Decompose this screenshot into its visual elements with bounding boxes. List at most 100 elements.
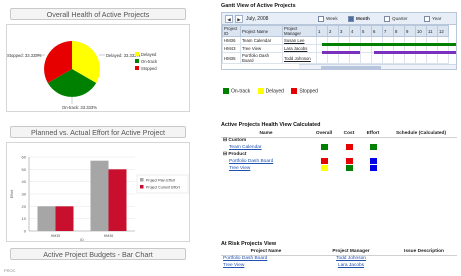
- col-risk-issue[interactable]: Issue Description: [391, 248, 457, 256]
- legend-item-ontrack: On-track: [223, 88, 250, 94]
- next-month-button[interactable]: ▶: [235, 15, 243, 23]
- health-view-title: Active Projects Health View Calculated: [221, 122, 321, 128]
- view-month-label: Month: [356, 16, 370, 21]
- group-row[interactable]: ⊟ Custom: [221, 137, 457, 144]
- health-view-table: Name Overall Cost Effort Schedule (Calcu…: [221, 130, 457, 172]
- group-label: Product: [228, 152, 247, 157]
- gantt-widget: ◀ ▶ July, 2008 Week Month Quarter Year P…: [221, 12, 457, 70]
- col-name[interactable]: Name: [221, 130, 311, 138]
- col-day: 2: [327, 25, 339, 37]
- pie-legend-ontrack: On-track: [141, 59, 158, 64]
- gantt-row-manager[interactable]: Susan Lee: [282, 36, 317, 45]
- risk-row-issue: [391, 255, 457, 262]
- col-risk-project-manager[interactable]: Project Manager: [311, 248, 391, 256]
- health-chart-title: Overall Health of Active Projects: [10, 8, 186, 20]
- legend-swatch: [140, 178, 144, 182]
- gantt-row-id: HM35: [222, 52, 241, 64]
- gantt-scrollbar[interactable]: [299, 64, 456, 69]
- col-risk-project-name[interactable]: Project Name: [221, 248, 311, 256]
- status-square: [320, 165, 328, 172]
- pie-legend: Delayed On-track Stopped: [135, 52, 158, 71]
- effort-bar: [55, 206, 74, 231]
- footer-label: PROC: [4, 268, 16, 273]
- effort-bar: [90, 160, 109, 231]
- risk-row-manager[interactable]: Lara Jacobs: [311, 262, 391, 269]
- view-quarter-option[interactable]: Quarter: [384, 15, 408, 23]
- legend-item-delayed: Delayed: [257, 88, 284, 95]
- col-project-manager[interactable]: Project Manager: [282, 25, 317, 37]
- view-week-label: Week: [326, 16, 338, 21]
- group-product[interactable]: ⊟ Product: [221, 151, 311, 158]
- gantt-row-manager[interactable]: Todd Johnson: [282, 52, 317, 64]
- status-square: [320, 144, 328, 151]
- gantt-row-id: HM43: [222, 44, 241, 53]
- col-day: 1: [316, 25, 328, 37]
- pie-legend-stopped: Stopped: [141, 66, 157, 71]
- gantt-bar-progress[interactable]: [322, 51, 360, 54]
- status-legend: On-track Delayed Stopped: [223, 88, 324, 95]
- health-row-name[interactable]: Tree View: [221, 165, 311, 172]
- y-tick-label: 10: [22, 216, 27, 221]
- effort-legend-label: Project Current Effort: [146, 185, 180, 189]
- col-schedule[interactable]: Schedule (Calculated): [385, 130, 457, 138]
- pie-chart: Stopped: 33.333% Delayed: 33.333% On-tra…: [7, 41, 158, 110]
- health-row-name[interactable]: Portfolio Dash Board: [221, 158, 311, 165]
- gantt-bar-ontrack[interactable]: [322, 43, 456, 46]
- col-day: 8: [393, 25, 405, 37]
- x-axis-label: ID: [80, 238, 84, 242]
- effort-bar-chart: 60 50 40 30 20 10 0 HM35 HM36 Effort ID Project Pla…: [10, 155, 189, 242]
- view-year-option[interactable]: Year: [424, 15, 441, 23]
- view-week-option[interactable]: Week: [318, 15, 338, 23]
- gantt-bar-progress[interactable]: [374, 51, 456, 54]
- gantt-row[interactable]: HM35 Portfolio Dash Board Todd Johnson: [222, 52, 449, 64]
- health-row[interactable]: Team Calendar: [221, 144, 457, 151]
- y-axis-label: Effort: [10, 190, 14, 199]
- legend-delayed-label: Delayed: [265, 88, 284, 95]
- risk-row-manager[interactable]: Todd Johnson: [311, 255, 391, 262]
- radio-quarter-icon: [384, 15, 390, 22]
- budget-chart-title: Active Project Budgets - Bar Chart: [10, 248, 186, 260]
- col-project-id[interactable]: Project ID: [222, 25, 241, 37]
- status-square: [320, 158, 328, 165]
- health-row-name[interactable]: Team Calendar: [221, 144, 311, 151]
- ontrack-swatch-icon: [223, 88, 229, 94]
- effort-bar-panel: 60 50 40 30 20 10 0 HM35 HM36 Effort ID Project Pla…: [6, 142, 190, 242]
- risk-row[interactable]: Tree View Lara Jacobs: [221, 262, 457, 269]
- gantt-row-manager[interactable]: Lara Jacobs: [282, 44, 317, 53]
- risk-header-row: Project Name Project Manager Issue Descr…: [221, 248, 457, 256]
- col-day: 5: [360, 25, 372, 37]
- pie-legend-delayed: Delayed: [141, 52, 157, 57]
- radio-month-icon: [348, 15, 354, 22]
- status-square: [345, 158, 353, 165]
- gantt-toolbar: ◀ ▶ July, 2008 Week Month Quarter Year: [222, 13, 456, 25]
- risk-view-table: Project Name Project Manager Issue Descr…: [221, 248, 457, 269]
- health-row[interactable]: Tree View: [221, 165, 457, 172]
- gantt-row-name: Tree View: [240, 44, 283, 53]
- gantt-row-name: Portfolio Dash Board: [240, 52, 283, 64]
- view-quarter-label: Quarter: [392, 16, 408, 21]
- gantt-row-name: Team Calendar: [240, 36, 283, 45]
- y-tick-label: 30: [22, 192, 27, 197]
- group-row[interactable]: ⊟ Product: [221, 151, 457, 158]
- health-row[interactable]: Portfolio Dash Board: [221, 158, 457, 165]
- col-project-name[interactable]: Project Name: [240, 25, 283, 37]
- radio-week-icon: [318, 15, 324, 22]
- col-effort[interactable]: Effort: [361, 130, 385, 138]
- col-overall[interactable]: Overall: [311, 130, 337, 138]
- delayed-swatch-icon: [257, 88, 264, 94]
- risk-view-title: At Risk Projects View: [221, 241, 277, 247]
- risk-row-name[interactable]: Portfolio Dash Board: [221, 255, 311, 262]
- risk-row[interactable]: Portfolio Dash Board Todd Johnson: [221, 255, 457, 262]
- y-tick-label: 0: [24, 229, 27, 234]
- view-month-option[interactable]: Month: [348, 15, 370, 23]
- scrollbar-thumb[interactable]: [321, 66, 381, 69]
- status-square: [369, 158, 377, 165]
- col-day: 9: [404, 25, 416, 37]
- risk-row-name[interactable]: Tree View: [221, 262, 311, 269]
- status-square: [369, 144, 377, 151]
- col-cost[interactable]: Cost: [337, 130, 361, 138]
- group-custom[interactable]: ⊟ Custom: [221, 137, 311, 144]
- legend-ontrack-label: On-track: [231, 88, 251, 95]
- gantt-title: Gantt View of Active Projects: [221, 3, 296, 9]
- prev-month-button[interactable]: ◀: [225, 15, 233, 23]
